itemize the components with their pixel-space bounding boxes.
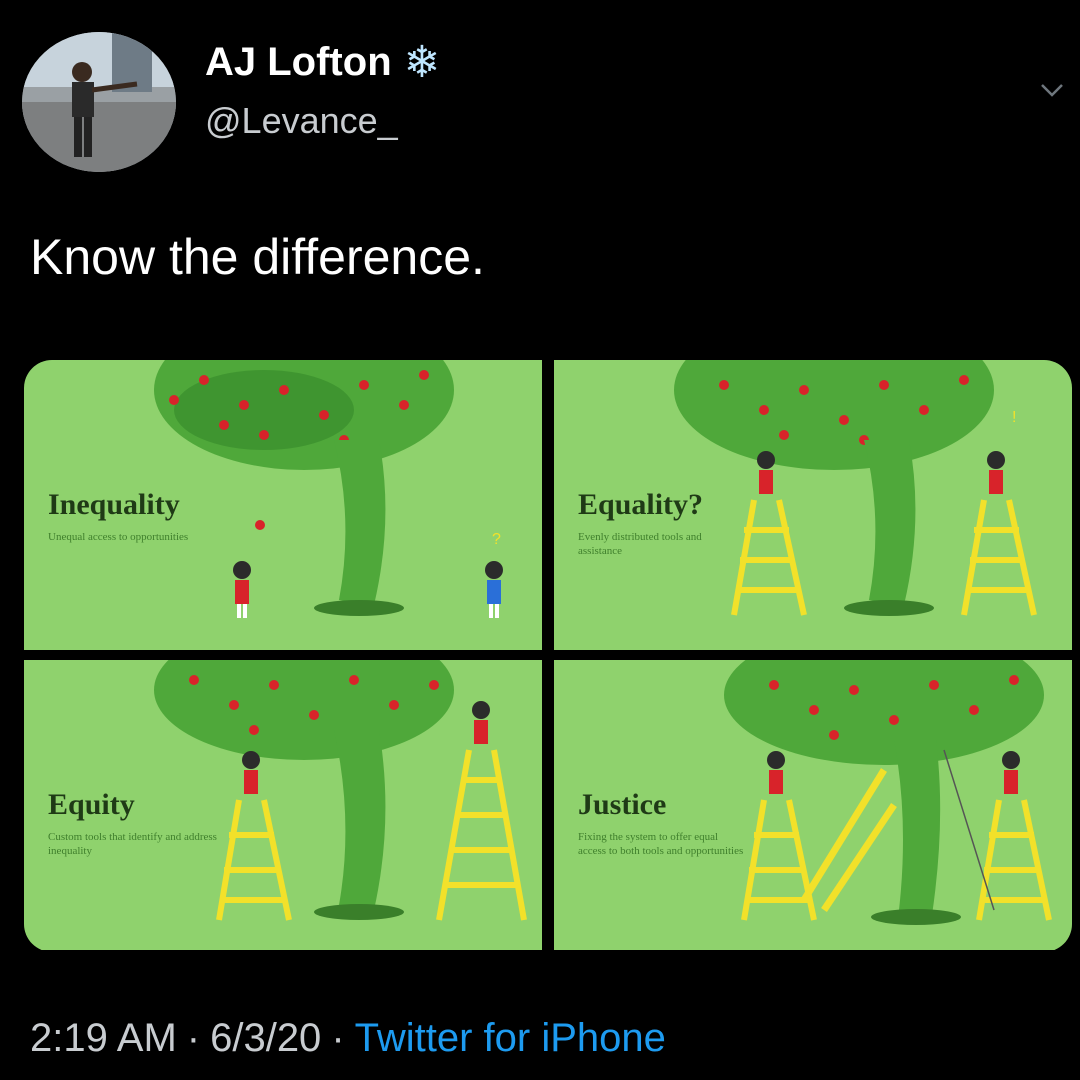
meta-separator: · — [186, 1016, 201, 1060]
panel-inequality: ? Inequality Unequal access to opportuni… — [24, 360, 542, 650]
svg-text:?: ? — [492, 531, 501, 548]
meta-separator: · — [331, 1016, 345, 1060]
panel-title: Inequality — [48, 488, 180, 521]
panel-subtitle: Custom tools that identify and address i… — [48, 831, 217, 857]
chevron-down-icon[interactable] — [1040, 82, 1064, 98]
panel-equality: ! Equality? Evenly distributed tools and… — [554, 360, 1072, 650]
panel-subtitle: Unequal access to opportunities — [48, 531, 189, 543]
tweet-meta: 2:19 AM · 6/3/20 · Twitter for iPhone — [30, 1016, 666, 1061]
ladder-right — [976, 799, 1052, 921]
child-figure-right — [485, 561, 503, 618]
tweet-image[interactable]: ? Inequality Unequal access to opportuni… — [24, 360, 1072, 952]
ladder-left — [741, 799, 817, 921]
display-name[interactable]: AJ Lofton — [205, 40, 392, 85]
ladder-left — [216, 799, 292, 921]
panel-justice: Justice Fixing the system to offer equal… — [554, 660, 1072, 950]
snowflake-icon: ❄ — [403, 37, 441, 87]
panel-title: Justice — [578, 788, 667, 821]
user-handle[interactable]: @Levance_ — [205, 100, 398, 142]
avatar[interactable] — [22, 32, 176, 172]
panel-title: Equity — [48, 788, 135, 821]
tweet-date[interactable]: 6/3/20 — [210, 1016, 321, 1061]
svg-text:!: ! — [1012, 409, 1016, 426]
ladder-right — [961, 499, 1037, 616]
tweet-source-link[interactable]: Twitter for iPhone — [355, 1016, 666, 1061]
avatar-photo — [22, 32, 176, 172]
panel-title: Equality? — [578, 488, 704, 521]
tweet-text: Know the difference. — [30, 229, 485, 285]
ladder-right-tall — [436, 749, 527, 921]
tweet-time[interactable]: 2:19 AM — [30, 1016, 177, 1061]
child-figure-left — [233, 561, 251, 618]
name-row: AJ Lofton ❄ — [205, 40, 441, 85]
panel-equity: Equity Custom tools that identify and ad… — [24, 660, 542, 950]
fallen-ladder — [801, 768, 897, 912]
panel-subtitle: Evenly distributed tools and assistance — [578, 531, 702, 557]
panel-subtitle: Fixing the system to offer equal access … — [578, 831, 744, 857]
